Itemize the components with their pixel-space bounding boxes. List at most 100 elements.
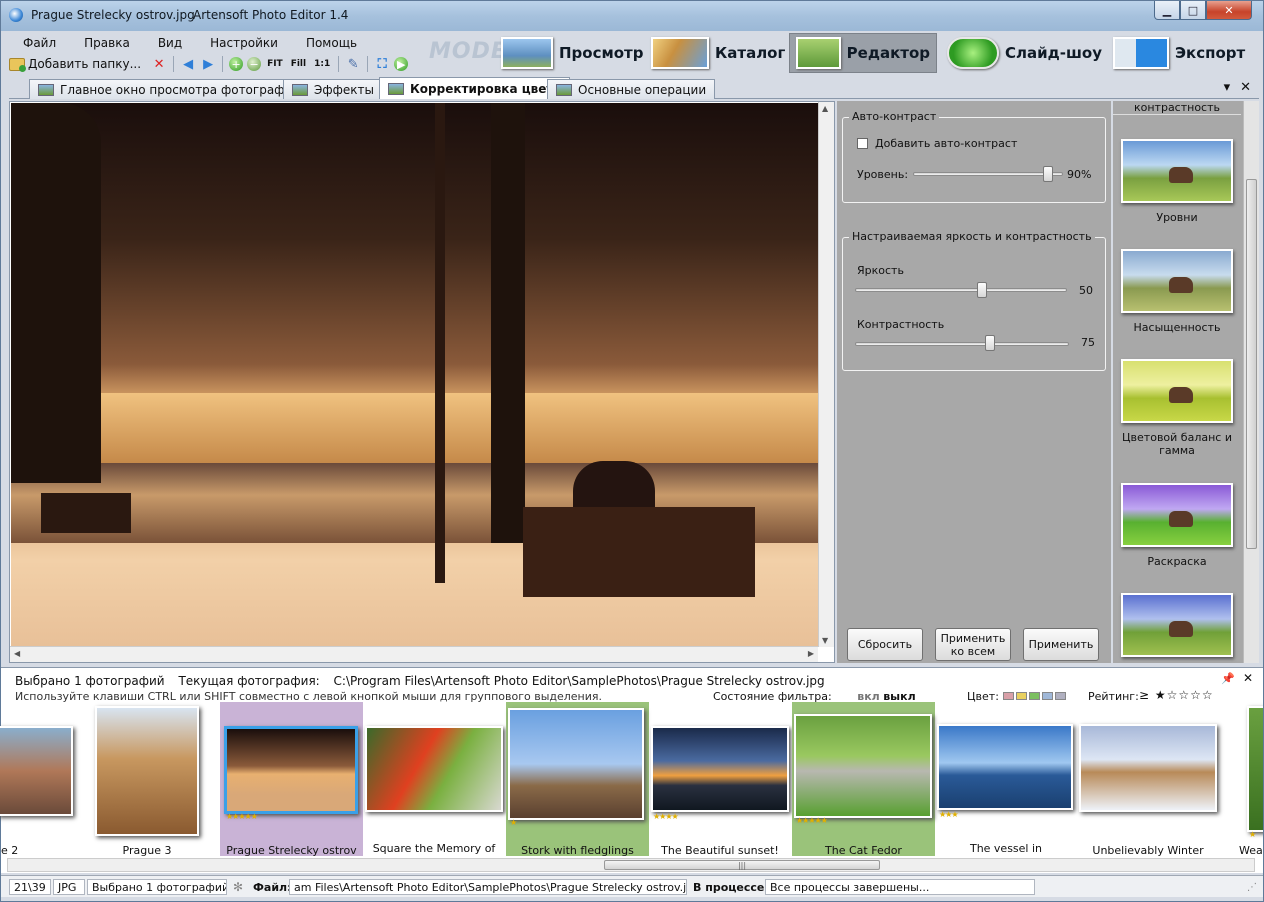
effects-scrollbar-thumb[interactable] (1246, 179, 1257, 549)
photo-tree-left (11, 103, 101, 483)
toolbar-divider (338, 56, 340, 72)
thumbnail-item[interactable]: Unbelievably Winter (1077, 702, 1219, 857)
title-bar[interactable]: Prague Strelecky ostrov.jpg Artensoft Ph… (1, 1, 1263, 31)
thumbnail-item[interactable]: ★ Wea (1237, 702, 1263, 856)
rating-stars: ★★★★★ (796, 816, 828, 825)
thumbnail-item[interactable]: ★★★ The vessel in (935, 702, 1077, 856)
contrast-slider-thumb[interactable] (984, 335, 995, 351)
add-folder-button[interactable]: Добавить папку... (9, 57, 147, 72)
edit-icon[interactable]: ✎ (345, 56, 361, 72)
menu-help[interactable]: Помощь (292, 33, 371, 53)
scroll-up-icon[interactable]: ▲ (822, 104, 828, 113)
tab-list-dropdown-icon[interactable]: ▾ (1224, 80, 1231, 95)
resize-grip-icon[interactable]: ⋰ (1247, 882, 1257, 893)
thumbnail-item[interactable]: e 2 (0, 702, 77, 857)
group-title: Настраиваемая яркость и контрастность (849, 230, 1095, 243)
fit-button[interactable]: FIT (265, 59, 285, 69)
scroll-down-icon[interactable]: ▼ (822, 636, 828, 645)
thumbnail-caption: The Beautiful sunset! (661, 844, 779, 857)
close-button[interactable]: ✕ (1206, 1, 1252, 20)
level-slider-track[interactable] (913, 172, 1063, 176)
mode-catalog-button[interactable]: Каталог (645, 33, 791, 73)
effect-saturation[interactable]: Насыщенность (1117, 249, 1237, 334)
effect-levels[interactable]: Уровни (1117, 139, 1237, 224)
mode-slideshow-button[interactable]: Слайд-шоу (941, 33, 1108, 73)
reset-button[interactable]: Сбросить (847, 628, 923, 661)
tab-color-correction[interactable]: Корректировка цвета (379, 77, 571, 99)
mode-view-button[interactable]: Просмотр (495, 33, 650, 73)
scroll-left-icon[interactable]: ◀ (14, 649, 20, 658)
thumbnail-caption: Prague Strelecky ostrov (226, 844, 357, 857)
pin-icon[interactable]: 📌 (1221, 672, 1235, 685)
apply-all-button[interactable]: Применить ко всем (935, 628, 1011, 661)
fill-button[interactable]: Fill (289, 59, 308, 69)
thumbnail-strip: e 2 Prague 3 ★★★★★ Prague Strelecky ostr… (0, 702, 1263, 858)
level-slider-thumb[interactable] (1043, 166, 1053, 182)
minimize-button[interactable]: ▁ (1154, 1, 1180, 20)
rating-filter-stars[interactable]: ≥ ★☆☆☆☆ (1139, 688, 1214, 702)
zoom-out-icon[interactable]: − (247, 57, 262, 71)
rating-stars: ★★★★ (653, 812, 679, 821)
effect-next[interactable] (1117, 593, 1237, 663)
thumbnail-item[interactable]: Square the Memory of (363, 702, 505, 856)
color-swatch[interactable] (1003, 692, 1014, 700)
toolbar: Добавить папку... ✕ ◀ ▶ + − FIT Fill 1:1… (9, 54, 409, 74)
tab-label: Корректировка цвета (410, 81, 562, 96)
tab-close-icon[interactable]: ✕ (1240, 80, 1251, 95)
photo-vertical-scrollbar[interactable]: ▲ ▼ (818, 102, 834, 647)
next-arrow-icon[interactable]: ▶ (200, 56, 216, 72)
tab-effects[interactable]: Эффекты (283, 79, 383, 99)
delete-icon[interactable]: ✕ (151, 56, 167, 72)
fullscreen-icon[interactable]: ⛶ (374, 56, 390, 72)
brightness-slider-track[interactable] (855, 288, 1067, 292)
play-icon[interactable]: ▶ (394, 57, 409, 71)
effects-scrollbar[interactable] (1243, 101, 1259, 663)
level-label: Уровень: (857, 168, 909, 181)
scroll-right-icon[interactable]: ▶ (808, 649, 814, 658)
status-file-label: Файл: (253, 881, 292, 894)
color-swatch[interactable] (1016, 692, 1027, 700)
thumbnail-item[interactable]: Prague 3 (85, 702, 209, 857)
menu-bar: Файл Правка Вид Настройки Помощь (9, 33, 371, 53)
tab-controls: ▾ ✕ (1224, 80, 1251, 95)
menu-file[interactable]: Файл (9, 33, 70, 53)
thumbnail-item-selected[interactable]: ★ Stork with fledglings (506, 702, 649, 857)
mode-export-button[interactable]: Экспорт (1107, 33, 1251, 73)
effect-color-balance[interactable]: Цветовой баланс и гамма (1117, 359, 1237, 457)
selected-count: Выбрано 1 фотографий (15, 674, 165, 688)
actual-size-button[interactable]: 1:1 (312, 59, 332, 69)
effect-colorize[interactable]: Раскраска (1117, 483, 1237, 568)
tab-label: Эффекты (314, 82, 374, 97)
apply-button[interactable]: Применить (1023, 628, 1099, 661)
contrast-slider-track[interactable] (855, 342, 1069, 346)
thumbnail-item-selected[interactable]: ★★★★★ The Cat Fedor (792, 702, 935, 857)
zoom-in-icon[interactable]: + (229, 57, 244, 71)
photo-horizontal-scrollbar[interactable]: ◀ ▶ (10, 646, 818, 662)
mode-editor-label: Редактор (846, 44, 930, 62)
thumbnail-item[interactable]: ★★★★ The Beautiful sunset! (649, 702, 791, 857)
rating-stars: ★ (1249, 830, 1256, 839)
brightness-slider-thumb[interactable] (977, 282, 988, 298)
mode-view-label: Просмотр (559, 44, 644, 62)
mode-editor-button[interactable]: Редактор (789, 33, 937, 73)
color-swatch[interactable] (1042, 692, 1053, 700)
thumbnail-scrollbar-thumb[interactable]: ||| (604, 860, 880, 870)
menu-view[interactable]: Вид (144, 33, 196, 53)
color-swatch[interactable] (1055, 692, 1066, 700)
browser-close-icon[interactable]: ✕ (1243, 671, 1253, 685)
effect-thumbnail (1121, 359, 1233, 423)
current-photo[interactable] (11, 103, 818, 647)
add-folder-label: Добавить папку... (28, 57, 142, 71)
thumbnail-item-selected[interactable]: ★★★★★ Prague Strelecky ostrov (220, 702, 363, 857)
maximize-button[interactable]: □ (1180, 1, 1206, 20)
color-swatch[interactable] (1029, 692, 1040, 700)
thumbnail-scrollbar[interactable]: ||| (7, 858, 1255, 872)
editor-mode-icon (796, 37, 841, 69)
menu-edit[interactable]: Правка (70, 33, 144, 53)
auto-contrast-checkbox[interactable] (857, 138, 868, 149)
tab-basic-operations[interactable]: Основные операции (547, 79, 716, 99)
menu-settings[interactable]: Настройки (196, 33, 292, 53)
tab-main-view[interactable]: Главное окно просмотра фотографии (29, 79, 310, 99)
previous-arrow-icon[interactable]: ◀ (180, 56, 196, 72)
thumbnail-caption: e 2 (1, 844, 19, 857)
